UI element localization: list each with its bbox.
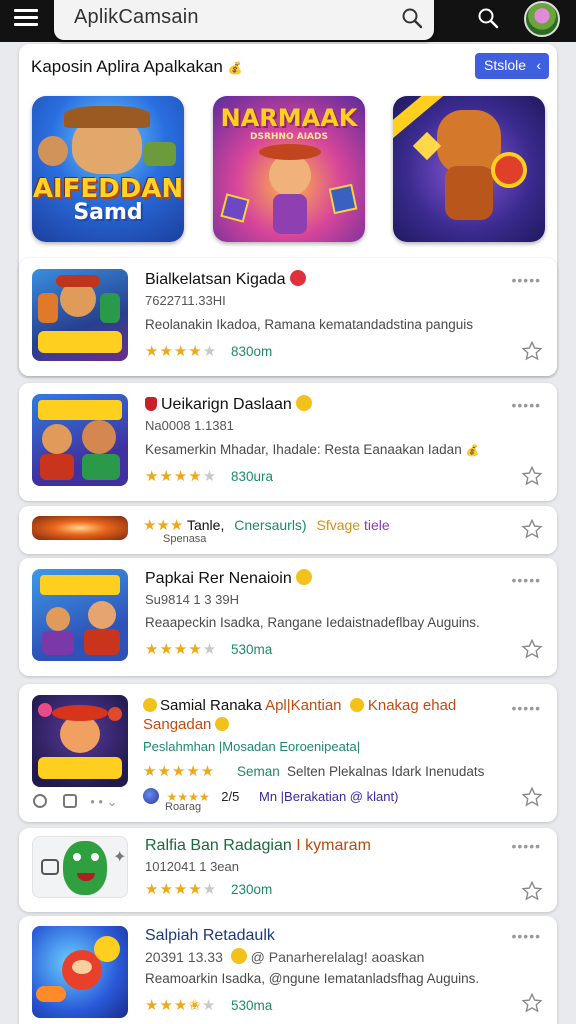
star-favorite-icon[interactable] bbox=[521, 992, 543, 1014]
search-input[interactable]: AplikCamsain bbox=[74, 6, 199, 29]
app-meta: Su9814 1 3 39H bbox=[145, 592, 239, 607]
app-meta: 7622711.33HI bbox=[145, 293, 226, 308]
menu-icon[interactable] bbox=[14, 9, 38, 29]
search-field[interactable]: AplikCamsain bbox=[54, 0, 434, 40]
emoji-icon bbox=[295, 569, 312, 585]
see-all-button[interactable]: Stslole ‹ bbox=[475, 53, 549, 79]
app-list-item[interactable]: Samial Ranaka Apl|Kantian Knakag ehad Sa… bbox=[19, 684, 557, 822]
rating-number: 2/5 bbox=[221, 789, 240, 804]
rating-stars: ★★★★★ bbox=[145, 881, 218, 898]
more-options-icon[interactable]: ••••• bbox=[511, 272, 541, 288]
app-tags: ★★★ Tanle, Cnersaurls) Sfvage tiele bbox=[143, 516, 390, 534]
badge-icon bbox=[289, 270, 306, 286]
app-name: Bialkelatsan Kigada bbox=[145, 270, 306, 289]
emoji-icon bbox=[143, 698, 157, 712]
download-count: 830ura bbox=[231, 469, 274, 484]
app-description: Reamoarkin Isadka, @ngune Iematanladsfha… bbox=[145, 971, 480, 986]
avatar[interactable] bbox=[524, 1, 560, 37]
more-options-icon[interactable]: ••••• bbox=[511, 928, 541, 944]
app-description: Selten Plekalnas Idark Inenudats bbox=[287, 764, 485, 779]
card-actions: • • ⌄ bbox=[33, 794, 117, 810]
app-name: Ralfia Ban Radagian I kymaram bbox=[145, 837, 371, 854]
featured-app-card[interactable]: AIFEDDAN Samd bbox=[32, 96, 184, 242]
star-favorite-icon[interactable] bbox=[521, 638, 543, 660]
app-list-item[interactable]: Papkai Rer Nenaioin Su9814 1 3 39H Reaap… bbox=[19, 558, 557, 676]
app-description: Reolanakin Ikadoa, Ramana kematandadstin… bbox=[145, 317, 473, 332]
app-subtitle: Spenasa bbox=[163, 533, 207, 545]
app-list-item[interactable]: ✦ Ralfia Ban Radagian I kymaram 1012041 … bbox=[19, 828, 557, 912]
tag: tiele bbox=[363, 517, 390, 533]
download-count: 530ma bbox=[231, 998, 273, 1013]
featured-title: NARMAAK bbox=[220, 104, 358, 132]
section-title: Kaposin Aplira Apalkakan 💰 bbox=[31, 57, 243, 76]
app-meta: 20391 13.33 @ Panarherelalag! aoaskan bbox=[145, 948, 425, 965]
app-thumbnail: ✦ bbox=[32, 836, 128, 898]
emoji-icon bbox=[349, 698, 364, 712]
download-count: 530ma bbox=[231, 642, 273, 657]
app-thumbnail bbox=[32, 569, 128, 661]
rating-stars: ★★★★★ bbox=[145, 343, 218, 360]
more-options-icon[interactable]: ••••• bbox=[511, 572, 541, 588]
app-thumbnail bbox=[32, 516, 128, 540]
app-thumbnail bbox=[32, 394, 128, 486]
rating-stars: ★★★★★ bbox=[143, 763, 216, 780]
featured-app-card[interactable]: NARMAAK DSRHNO AIADS bbox=[213, 96, 365, 242]
more-options-icon[interactable]: ••••• bbox=[511, 838, 541, 854]
tag: Cnersaurls) bbox=[234, 517, 307, 533]
app-name: Samial Ranaka Apl|Kantian Knakag ehad bbox=[143, 697, 456, 714]
radio-icon[interactable] bbox=[33, 794, 47, 808]
emoji-icon bbox=[230, 948, 247, 964]
rating-stars: ★★★★★ bbox=[145, 641, 218, 658]
featured-subtitle: DSRHNO AIADS bbox=[250, 132, 328, 142]
star-favorite-icon[interactable] bbox=[521, 880, 543, 902]
emoji-icon bbox=[295, 395, 312, 411]
app-name: Papkai Rer Nenaioin bbox=[145, 569, 312, 588]
app-list-item[interactable]: Salpiah Retadaulk 20391 13.33 @ Panarher… bbox=[19, 916, 557, 1024]
download-count: Seman bbox=[237, 764, 280, 779]
app-list-item[interactable]: Ueikarign Daslaan Na0008 1.1381 Kesamerk… bbox=[19, 383, 557, 501]
top-app-bar: AplikCamsain bbox=[0, 0, 576, 42]
rating-stars: ★★★ bbox=[143, 517, 184, 534]
featured-subtitle: Samd bbox=[73, 200, 143, 225]
rating-label: Roarag bbox=[165, 801, 202, 813]
chevron-left-icon: ‹ bbox=[536, 57, 541, 73]
shield-icon bbox=[145, 397, 157, 411]
more-options-icon[interactable]: ••••• bbox=[511, 700, 541, 716]
app-name: Tanle, bbox=[186, 517, 225, 533]
app-meta: Na0008 1.1381 bbox=[145, 418, 234, 433]
rating-stars: ★★★★★ bbox=[145, 468, 218, 485]
featured-app-card[interactable] bbox=[393, 96, 545, 242]
app-thumbnail bbox=[32, 695, 128, 787]
search-icon[interactable] bbox=[400, 6, 424, 30]
app-list-item[interactable]: ★★★ Tanle, Cnersaurls) Sfvage tiele Spen… bbox=[19, 506, 557, 554]
search-icon[interactable] bbox=[476, 6, 500, 30]
app-description: Reaapeckin Isadka, Rangane Iedaistnadefl… bbox=[145, 615, 480, 630]
app-thumbnail bbox=[32, 269, 128, 361]
app-name: Ueikarign Daslaan bbox=[145, 395, 312, 414]
app-name-line2: Sangadan bbox=[143, 716, 230, 733]
dots-icon[interactable]: • • ⌄ bbox=[90, 794, 117, 809]
star-favorite-icon[interactable] bbox=[521, 786, 543, 808]
app-list-item[interactable]: Bialkelatsan Kigada 7622711.33HI Reolana… bbox=[19, 258, 557, 376]
sparkle-icon: ✦ bbox=[113, 849, 127, 866]
app-name: Salpiah Retadaulk bbox=[145, 927, 275, 944]
star-favorite-icon[interactable] bbox=[521, 340, 543, 362]
app-meta: 1012041 1 3ean bbox=[145, 859, 239, 874]
square-icon[interactable] bbox=[62, 794, 77, 808]
meta-text: Mn bbox=[258, 789, 278, 804]
download-count: 830om bbox=[231, 344, 273, 359]
star-favorite-icon[interactable] bbox=[521, 518, 543, 540]
star-favorite-icon[interactable] bbox=[521, 465, 543, 487]
more-options-icon[interactable]: ••••• bbox=[511, 397, 541, 413]
emoji-icon bbox=[215, 717, 230, 731]
globe-icon bbox=[143, 788, 159, 804]
rating-stars: ★★★✬★ bbox=[145, 997, 217, 1014]
tag: Sfvage bbox=[316, 517, 361, 533]
download-count: 230om bbox=[231, 882, 273, 897]
app-thumbnail bbox=[32, 926, 128, 1018]
meta-text: |Berakatian @ klant) bbox=[280, 789, 399, 804]
app-meta: Peslahmhan |Mosadan Eoroenipeata| bbox=[143, 739, 361, 754]
app-description: Kesamerkin Mhadar, Ihadale: Resta Eanaak… bbox=[145, 442, 480, 457]
